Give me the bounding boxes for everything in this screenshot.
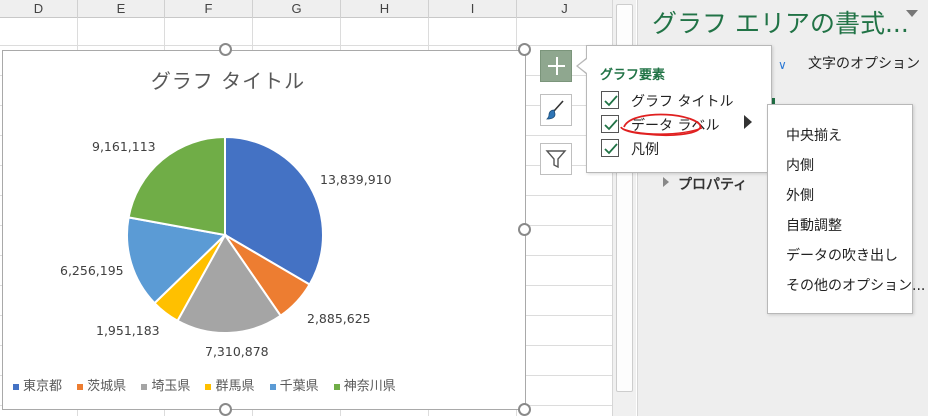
chart-styles-button[interactable] [540, 94, 572, 126]
legend-item[interactable]: 東京都 [13, 375, 62, 394]
column-header-j[interactable]: J [517, 0, 612, 18]
menu-item-outside-end[interactable]: 外側 [786, 185, 814, 205]
popup-title: グラフ要素 [600, 68, 666, 83]
legend-item[interactable]: 埼玉県 [141, 375, 190, 394]
chevron-down-icon[interactable]: ∨ [778, 58, 787, 72]
tab-text-options[interactable]: 文字のオプション [808, 53, 920, 73]
legend-swatch [141, 383, 148, 390]
chart-element-label: データ ラベル [631, 118, 720, 134]
resize-handle-bottom-right[interactable] [518, 403, 531, 416]
menu-item-more-options[interactable]: その他のオプション... [786, 275, 925, 295]
chart-element-chart-title[interactable]: グラフ タイトル [601, 90, 769, 112]
legend-label: 神奈川県 [343, 379, 396, 394]
chart-element-legend[interactable]: 凡例 [601, 138, 769, 160]
resize-handle-top-right[interactable] [518, 43, 531, 56]
menu-item-data-callout[interactable]: データの吹き出し [786, 245, 898, 265]
chart-elements-popup: グラフ要素 グラフ タイトル データ ラベル 凡例 [586, 45, 772, 173]
checkmark-icon [604, 119, 618, 131]
column-header-h[interactable]: H [341, 0, 429, 18]
legend-swatch [333, 383, 340, 390]
data-label[interactable]: 7,310,878 [205, 344, 269, 359]
chart-element-label: 凡例 [631, 142, 659, 158]
legend-swatch [77, 383, 84, 390]
filter-icon [545, 150, 567, 169]
legend-label: 群馬県 [215, 379, 255, 394]
data-label[interactable]: 2,885,625 [307, 311, 371, 326]
resize-handle-bottom[interactable] [219, 403, 232, 416]
column-header-e[interactable]: E [78, 0, 165, 18]
column-header-d[interactable]: D [0, 0, 78, 18]
menu-item-inside-end[interactable]: 内側 [786, 155, 814, 175]
legend-swatch [269, 383, 276, 390]
column-header-row: D E F G H I J [0, 0, 612, 18]
checkbox-chart-title[interactable] [601, 91, 619, 109]
legend-swatch [205, 383, 212, 390]
checkbox-legend[interactable] [601, 139, 619, 157]
column-header-f[interactable]: F [165, 0, 253, 18]
chart-legend[interactable]: 東京都 茨城県 埼玉県 群馬県 千葉県 神奈川県 [13, 375, 407, 394]
data-label-options-menu: 中央揃え 内側 外側 自動調整 データの吹き出し その他のオプション... [767, 104, 925, 314]
checkmark-icon [604, 143, 618, 155]
popup-pointer [578, 59, 587, 73]
data-label[interactable]: 9,161,113 [92, 139, 156, 154]
section-properties[interactable]: プロパティ [678, 174, 747, 194]
legend-label: 埼玉県 [151, 379, 191, 394]
data-label[interactable]: 13,839,910 [320, 172, 392, 187]
submenu-arrow-icon[interactable] [744, 115, 752, 129]
column-header-g[interactable]: G [253, 0, 341, 18]
resize-handle-top[interactable] [219, 43, 232, 56]
legend-item[interactable]: 茨城県 [77, 375, 126, 394]
legend-swatch [13, 383, 19, 390]
data-label[interactable]: 6,256,195 [60, 263, 124, 278]
chart-filters-button[interactable] [540, 143, 572, 175]
legend-label: 茨城県 [87, 379, 127, 394]
expand-arrow-icon[interactable] [663, 177, 669, 187]
menu-item-center[interactable]: 中央揃え [786, 125, 842, 145]
checkmark-icon [604, 95, 618, 107]
chart-elements-button[interactable] [540, 50, 572, 82]
pie-chart[interactable]: グラフ タイトル 13,839,910 2,885,625 7,310,878 … [2, 50, 526, 410]
data-label[interactable]: 1,951,183 [96, 323, 160, 338]
checkbox-data-labels[interactable] [601, 115, 619, 133]
legend-item[interactable]: 千葉県 [269, 375, 319, 394]
legend-label: 千葉県 [279, 379, 319, 394]
plus-icon [556, 57, 558, 75]
resize-handle-right[interactable] [518, 223, 531, 236]
brush-icon [546, 100, 564, 120]
pane-title: グラフ エリアの書式... [652, 9, 909, 38]
legend-item[interactable]: 群馬県 [205, 375, 254, 394]
legend-label: 東京都 [23, 379, 63, 394]
legend-item[interactable]: 神奈川県 [333, 375, 396, 394]
menu-item-best-fit[interactable]: 自動調整 [786, 215, 842, 235]
pane-options-chevron-icon[interactable] [906, 10, 918, 17]
chart-element-label: グラフ タイトル [631, 94, 734, 110]
column-header-i[interactable]: I [429, 0, 517, 18]
